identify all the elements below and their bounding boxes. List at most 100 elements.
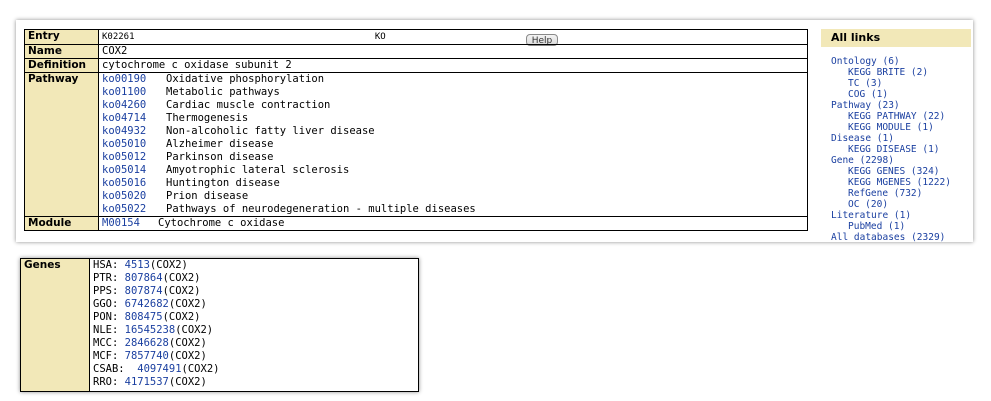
gene-id-link[interactable]: 4171537 bbox=[125, 376, 169, 388]
gene-organism: PPS: bbox=[93, 285, 119, 297]
gene-item: HSA: 4513(COX2) bbox=[93, 259, 415, 272]
all-links-subitem[interactable]: KEGG MGENES (1222) bbox=[831, 177, 971, 188]
gene-organism: RRO: bbox=[93, 376, 119, 388]
all-links-category[interactable]: Literature (1) bbox=[831, 210, 971, 221]
module-label: Module bbox=[24, 216, 99, 231]
all-links-category[interactable]: Pathway (23) bbox=[831, 100, 971, 111]
gene-symbol: (COX2) bbox=[149, 259, 188, 271]
pathway-item: ko05020 Prion disease bbox=[102, 190, 804, 203]
all-links-subitem[interactable]: OC (20) bbox=[831, 199, 971, 210]
gene-symbol: (COX2) bbox=[168, 350, 207, 362]
pathway-link[interactable]: ko04932 bbox=[102, 125, 166, 138]
all-links-category[interactable]: All databases (2329) bbox=[831, 232, 971, 242]
gene-id-link[interactable]: 6742682 bbox=[125, 298, 169, 310]
pathway-desc: Pathways of neurodegeneration - multiple… bbox=[166, 203, 476, 215]
all-links-category[interactable]: Disease (1) bbox=[831, 133, 971, 144]
gene-organism: PTR: bbox=[93, 272, 119, 284]
pathway-item: ko05012 Parkinson disease bbox=[102, 151, 804, 164]
all-links-subitem[interactable]: COG (1) bbox=[831, 89, 971, 100]
all-links-subitem[interactable]: KEGG DISEASE (1) bbox=[831, 144, 971, 155]
pathway-item: ko04260 Cardiac muscle contraction bbox=[102, 99, 804, 112]
all-links-subitem[interactable]: KEGG BRITE (2) bbox=[831, 67, 971, 78]
pathway-desc: Cardiac muscle contraction bbox=[166, 99, 331, 111]
pathway-desc: Non-alcoholic fatty liver disease bbox=[166, 125, 375, 137]
gene-item: PTR: 807864(COX2) bbox=[93, 272, 415, 285]
pathway-link[interactable]: ko05022 bbox=[102, 203, 166, 216]
gene-id-link[interactable]: 16545238 bbox=[125, 324, 176, 336]
pathway-link[interactable]: ko01100 bbox=[102, 86, 166, 99]
all-links-subitem[interactable]: TC (3) bbox=[831, 78, 971, 89]
gene-item: MCF: 7857740(COX2) bbox=[93, 350, 415, 363]
pathway-desc: Metabolic pathways bbox=[166, 86, 280, 98]
gene-symbol: (COX2) bbox=[168, 376, 207, 388]
name-row: Name COX2 bbox=[24, 44, 808, 59]
gene-symbol: (COX2) bbox=[162, 311, 201, 323]
gene-id-link[interactable]: 2846628 bbox=[125, 337, 169, 349]
gene-item: PON: 808475(COX2) bbox=[93, 311, 415, 324]
pathway-desc: Amyotrophic lateral sclerosis bbox=[166, 164, 350, 176]
pathway-link[interactable]: ko05020 bbox=[102, 190, 166, 203]
pathway-link[interactable]: ko05014 bbox=[102, 164, 166, 177]
gene-gap bbox=[125, 363, 138, 375]
gene-organism: MCC: bbox=[93, 337, 119, 349]
gene-symbol: (COX2) bbox=[181, 363, 220, 375]
entry-row: Entry K02261 KO bbox=[24, 29, 808, 45]
gene-id-link[interactable]: 807864 bbox=[125, 272, 163, 284]
all-links-subitem[interactable]: KEGG MODULE (1) bbox=[831, 122, 971, 133]
gene-symbol: (COX2) bbox=[162, 285, 201, 297]
entry-label: Entry bbox=[24, 29, 99, 45]
gene-organism: PON: bbox=[93, 311, 119, 323]
gene-item: PPS: 807874(COX2) bbox=[93, 285, 415, 298]
gene-id-link[interactable]: 807874 bbox=[125, 285, 163, 297]
pathway-item: ko04714 Thermogenesis bbox=[102, 112, 804, 125]
gene-id-link[interactable]: 7857740 bbox=[125, 350, 169, 362]
pathway-item: ko04932 Non-alcoholic fatty liver disease bbox=[102, 125, 804, 138]
pathway-desc: Oxidative phosphorylation bbox=[166, 73, 325, 85]
genes-row: Genes HSA: 4513(COX2) PTR: 807864(COX2) PP… bbox=[20, 258, 419, 392]
pathway-item: ko05016 Huntington disease bbox=[102, 177, 804, 190]
pathway-desc: Huntington disease bbox=[166, 177, 280, 189]
pathway-link[interactable]: ko00190 bbox=[102, 73, 166, 86]
all-links-subitem[interactable]: KEGG PATHWAY (22) bbox=[831, 111, 971, 122]
all-links-subitem[interactable]: RefGene (732) bbox=[831, 188, 971, 199]
pathway-link[interactable]: ko05010 bbox=[102, 138, 166, 151]
pathway-link[interactable]: ko05012 bbox=[102, 151, 166, 164]
gene-id-link[interactable]: 4097491 bbox=[137, 363, 181, 375]
genes-list: HSA: 4513(COX2) PTR: 807864(COX2) PPS: 807… bbox=[89, 258, 419, 392]
gene-id-link[interactable]: 4513 bbox=[125, 259, 150, 271]
pathway-link[interactable]: ko04714 bbox=[102, 112, 166, 125]
pathway-link[interactable]: ko05016 bbox=[102, 177, 166, 190]
pathway-desc: Parkinson disease bbox=[166, 151, 274, 163]
all-links-category[interactable]: Gene (2298) bbox=[831, 155, 971, 166]
module-desc: Cytochrome c oxidase bbox=[158, 217, 285, 229]
pathway-item: ko00190 Oxidative phosphorylation bbox=[102, 73, 804, 86]
all-links-sidebar: All links Ontology (6) KEGG BRITE (2) TC (… bbox=[821, 29, 971, 242]
pathway-item: ko01100 Metabolic pathways bbox=[102, 86, 804, 99]
all-links-subitem[interactable]: PubMed (1) bbox=[831, 221, 971, 232]
genes-panel: Genes HSA: 4513(COX2) PTR: 807864(COX2) PP… bbox=[20, 258, 419, 392]
entry-id: K02261 bbox=[102, 32, 135, 42]
pathway-desc: Thermogenesis bbox=[166, 112, 249, 124]
pathway-row: Pathway ko00190 Oxidative phosphorylation… bbox=[24, 72, 808, 217]
genes-label: Genes bbox=[20, 258, 90, 392]
pathway-item: ko05014 Amyotrophic lateral sclerosis bbox=[102, 164, 804, 177]
gene-organism: HSA: bbox=[93, 259, 119, 271]
gene-symbol: (COX2) bbox=[162, 272, 201, 284]
pathway-label: Pathway bbox=[24, 72, 99, 217]
module-link[interactable]: M00154 bbox=[102, 217, 158, 230]
gene-id-link[interactable]: 808475 bbox=[125, 311, 163, 323]
pathway-link[interactable]: ko04260 bbox=[102, 99, 166, 112]
all-links-subitem[interactable]: KEGG GENES (324) bbox=[831, 166, 971, 177]
gene-item: RRO: 4171537(COX2) bbox=[93, 376, 415, 389]
gene-organism: CSAB: bbox=[93, 363, 125, 375]
pathway-desc: Prion disease bbox=[166, 190, 249, 202]
entry-value: K02261 KO bbox=[98, 29, 808, 45]
module-value: M00154 Cytochrome c oxidase bbox=[98, 216, 808, 231]
definition-value: cytochrome c oxidase subunit 2 bbox=[98, 58, 808, 73]
gene-item: GGO: 6742682(COX2) bbox=[93, 298, 415, 311]
gene-item: NLE: 16545238(COX2) bbox=[93, 324, 415, 337]
all-links-category[interactable]: Ontology (6) bbox=[831, 56, 971, 67]
definition-label: Definition bbox=[24, 58, 99, 73]
genes-table: Genes HSA: 4513(COX2) PTR: 807864(COX2) PP… bbox=[20, 258, 419, 392]
all-links-title: All links bbox=[821, 29, 971, 47]
